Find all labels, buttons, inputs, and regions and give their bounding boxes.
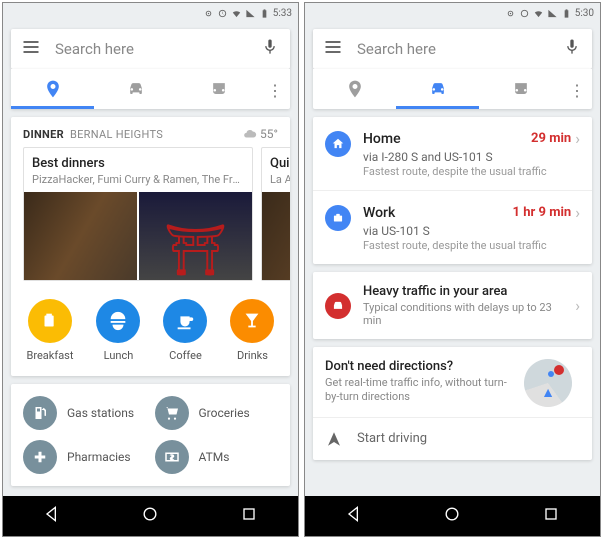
content-explore: DINNER BERNAL HEIGHTS 55° Best dinners P…: [3, 109, 298, 496]
search-bar[interactable]: Search here: [313, 29, 592, 69]
search-placeholder: Search here: [357, 40, 562, 58]
cat-coffee[interactable]: Coffee: [163, 299, 207, 362]
cat-lunch[interactable]: Lunch: [96, 299, 140, 362]
overflow-icon[interactable]: ⋮: [260, 81, 290, 100]
srv-atms[interactable]: ATMs: [155, 440, 279, 474]
breakfast-icon: [39, 310, 61, 332]
android-navbar: [305, 496, 600, 536]
cat-drinks[interactable]: Drinks: [230, 299, 274, 362]
category-row: Breakfast Lunch Coffee Drinks: [11, 291, 290, 376]
carousel-sub: La Alt: [262, 173, 290, 192]
section-category: DINNER: [23, 128, 64, 141]
overflow-icon[interactable]: ⋮: [562, 81, 592, 100]
carousel-title: Quick: [262, 148, 290, 173]
mic-icon[interactable]: [562, 37, 582, 61]
phone-explore: 5:33 Search here ⋮ DINNER BERNAL HEIGHTS…: [2, 2, 299, 537]
tab-explore[interactable]: [313, 71, 396, 109]
mic-icon[interactable]: [260, 37, 280, 61]
sync-icon: [519, 8, 530, 19]
traffic-card[interactable]: Heavy traffic in your area Typical condi…: [313, 272, 592, 339]
search-placeholder: Search here: [55, 40, 260, 58]
carousel-image: [24, 192, 137, 280]
status-time: 5:30: [575, 8, 594, 19]
status-time: 5:33: [273, 8, 292, 19]
drinks-icon: [241, 310, 263, 332]
dinner-card: DINNER BERNAL HEIGHTS 55° Best dinners P…: [11, 117, 290, 376]
work-icon: [325, 205, 351, 231]
lunch-icon: [107, 310, 129, 332]
tab-transit[interactable]: [479, 71, 562, 109]
tab-explore[interactable]: [11, 71, 94, 109]
battery-icon: [561, 8, 572, 19]
wifi-icon: [533, 8, 544, 19]
gas-icon: [31, 404, 49, 422]
carousel-image: Fumi Curry & Ramen: [139, 192, 252, 280]
cart-icon: [163, 404, 181, 422]
phone-driving: 5:30 Search here ⋮ Home29 min› via I-280…: [304, 2, 601, 537]
status-bar: 5:30: [305, 3, 600, 23]
battery-icon: [259, 8, 270, 19]
pharmacy-icon: [31, 448, 49, 466]
promo-map-icon: ▲: [524, 359, 580, 403]
hamburger-icon[interactable]: [21, 37, 41, 61]
carousel-sub: PizzaHacker, Fumi Curry & Ramen, The Fro…: [24, 173, 252, 192]
carousel[interactable]: Best dinners PizzaHacker, Fumi Curry & R…: [11, 147, 290, 291]
section-location: BERNAL HEIGHTS: [70, 128, 163, 141]
location-icon: [505, 8, 516, 19]
search-bar[interactable]: Search here: [11, 29, 290, 69]
hamburger-icon[interactable]: [323, 37, 343, 61]
destinations-card: Home29 min› via I-280 S and US-101 S Fas…: [313, 117, 592, 264]
signal-icon: [245, 8, 256, 19]
sync-icon: [217, 8, 228, 19]
tabs: ⋮: [313, 69, 592, 109]
signal-icon: [547, 8, 558, 19]
traffic-icon: [325, 293, 351, 319]
nav-back[interactable]: [344, 504, 364, 528]
carousel-title: Best dinners: [24, 148, 252, 173]
nav-back[interactable]: [42, 504, 62, 528]
navigation-icon: [325, 430, 343, 448]
carousel-card[interactable]: Quick La Alt: [261, 147, 290, 281]
android-navbar: [3, 496, 298, 536]
nav-home[interactable]: [140, 504, 160, 528]
nav-home[interactable]: [442, 504, 462, 528]
promo-row[interactable]: Don't need directions? Get real-time tra…: [313, 347, 592, 418]
wifi-icon: [231, 8, 242, 19]
cloud-icon: [243, 127, 257, 141]
dest-work[interactable]: Work1 hr 9 min› via US-101 S Fastest rou…: [313, 191, 592, 264]
coffee-icon: [174, 310, 196, 332]
status-bar: 5:33: [3, 3, 298, 23]
tab-driving[interactable]: [396, 71, 479, 109]
cat-breakfast[interactable]: Breakfast: [27, 299, 74, 362]
promo-card: Don't need directions? Get real-time tra…: [313, 347, 592, 460]
content-driving: Home29 min› via I-280 S and US-101 S Fas…: [305, 109, 600, 496]
atm-icon: [163, 448, 181, 466]
dest-home[interactable]: Home29 min› via I-280 S and US-101 S Fas…: [313, 117, 592, 191]
carousel-card[interactable]: Best dinners PizzaHacker, Fumi Curry & R…: [23, 147, 253, 281]
tab-transit[interactable]: [177, 71, 260, 109]
start-driving-button[interactable]: Start driving: [313, 418, 592, 460]
srv-pharmacies[interactable]: Pharmacies: [23, 440, 147, 474]
chevron-right-icon: ›: [575, 203, 580, 222]
home-icon: [325, 131, 351, 157]
services-card: Gas stations Groceries Pharmacies ATMs: [11, 384, 290, 486]
tab-driving[interactable]: [94, 71, 177, 109]
chevron-right-icon: ›: [575, 296, 580, 315]
chevron-right-icon: ›: [575, 129, 580, 148]
location-icon: [203, 8, 214, 19]
weather: 55°: [243, 127, 278, 141]
nav-recent[interactable]: [239, 504, 259, 528]
tabs: ⋮: [11, 69, 290, 109]
nav-recent[interactable]: [541, 504, 561, 528]
carousel-image: [262, 192, 290, 280]
srv-groceries[interactable]: Groceries: [155, 396, 279, 430]
srv-gas[interactable]: Gas stations: [23, 396, 147, 430]
